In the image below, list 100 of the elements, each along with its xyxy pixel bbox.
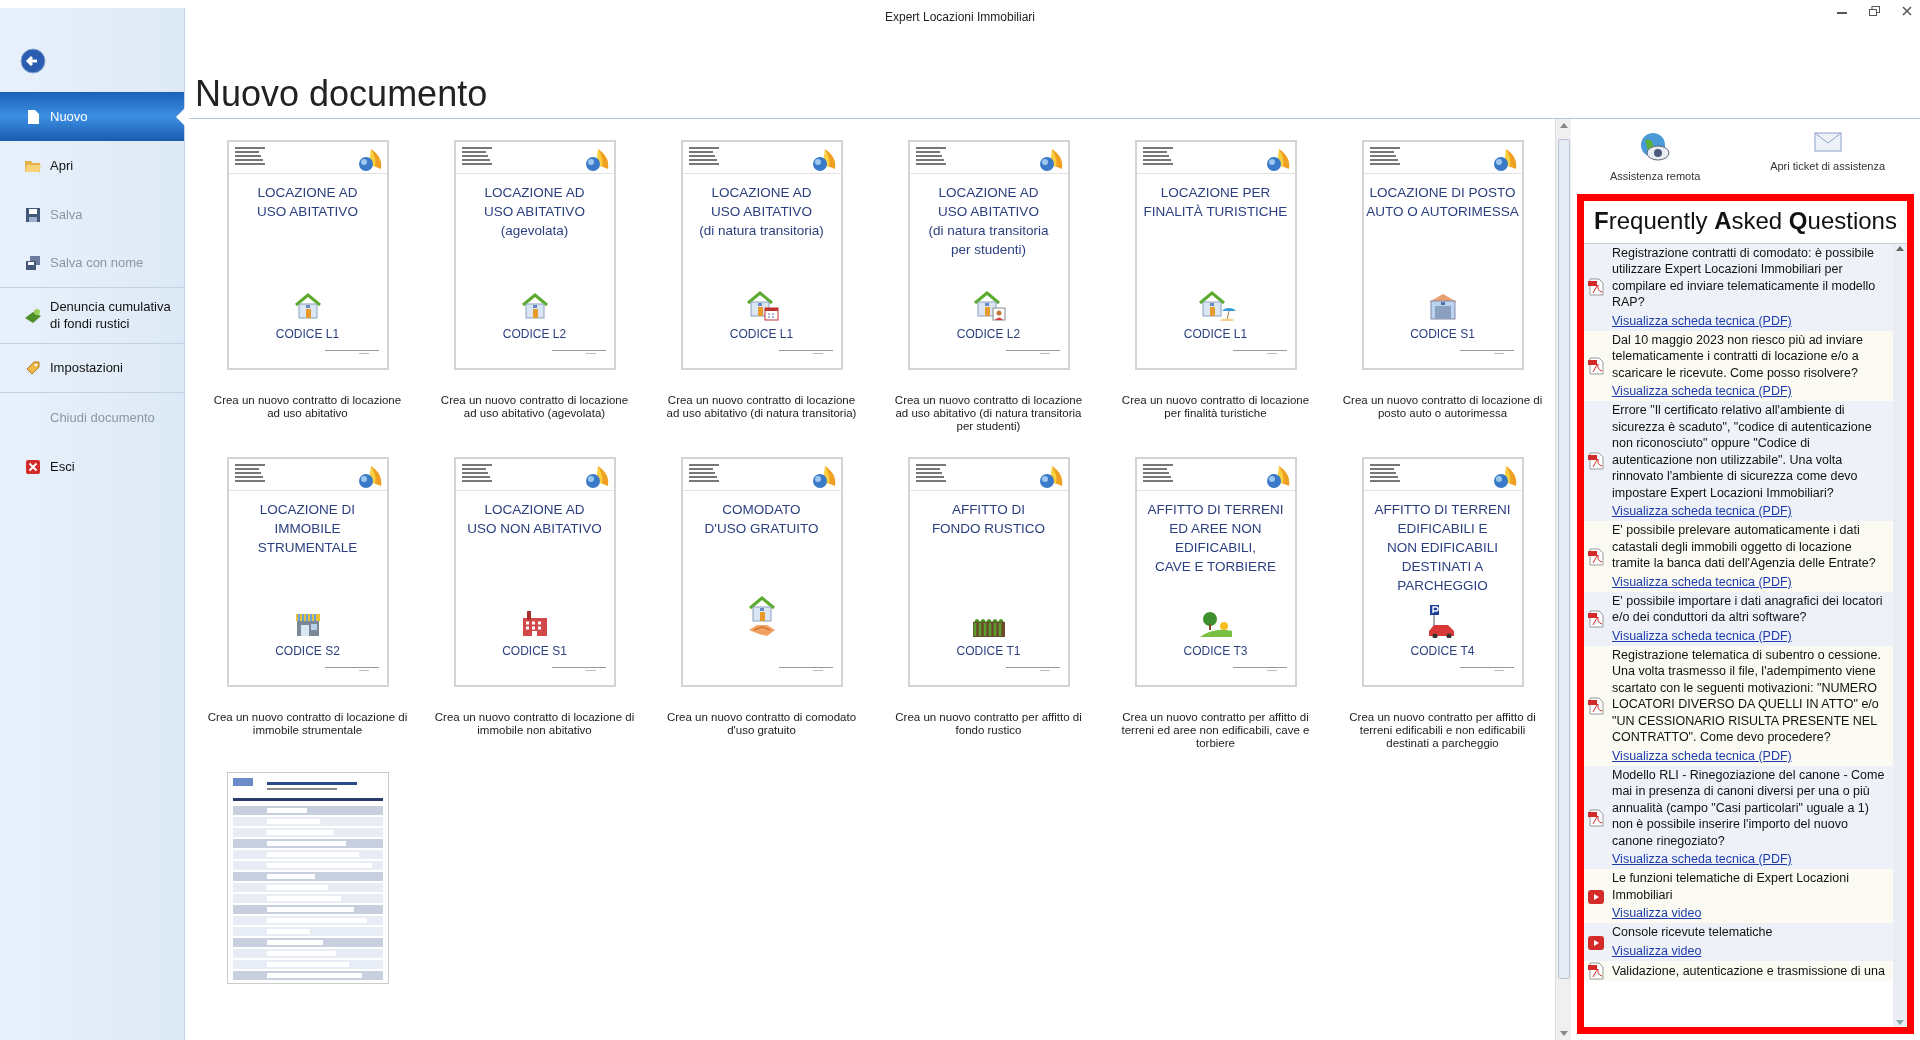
support-button[interactable]: Assistenza remota [1603,131,1707,186]
tile-code: CODICE S1 [502,643,567,657]
pdf-icon [1588,609,1604,628]
globe-eye-icon [1640,132,1671,162]
faq-question: Dal 10 maggio 2023 non riesco più ad inviare telematicamente i contratti di locazione e/o a scaricare le ricevute. Come posso risolvere? [1612,331,1864,381]
faq-link[interactable]: Visualizza video [1612,942,1702,959]
document-thumbnail[interactable]: LOCAZIONE AD USO ABITATIVO CODICE L1 [226,140,389,370]
logo-icon [1264,147,1291,173]
tile-description: Crea un nuovo contratto di locazione di posto auto o autorimessa [1342,394,1543,420]
envelope-icon [1813,132,1842,152]
document-thumbnail[interactable]: AFFITTO DI FONDO RUSTICO CODICE T1 [907,457,1070,687]
faq-link[interactable]: Visualizza scheda tecnica (PDF) [1612,747,1792,764]
sidebar-item[interactable]: Apri [0,141,184,190]
document-thumbnail[interactable]: LOCAZIONE DI POSTO AUTO O AUTORIMESSA CODICE S1 [1361,140,1524,370]
logo-icon [810,147,837,173]
tile-description: Crea un nuovo contratto per affitto di terreni edificabili e non edificabili destinati a parcheggio [1349,711,1536,750]
tile-description: Crea un nuovo contratto di locazione ad uso abitativo (di natura transitoria) [666,394,857,420]
tile-title: AFFITTO DI TERRENI ED AREE NON EDIFICABILI, CAVE E TORBIERE [1147,501,1284,576]
landscape-icon [1198,610,1233,638]
faq-title: Frequently Asked Questions [1584,200,1907,244]
footer-line-drawing [1232,666,1287,671]
faq-question: Errore "Il certificato relativo all'ambiente di sicurezza è scaduto", "codice di autenticazione non riconosciuto" oppure "Codice di autenticazione non utilizzabile". Una volta rinnovato l'ambiente di sicurezza come devo impostare Expert Locazioni Immobiliari? [1612,402,1873,501]
pdf-icon [1588,808,1604,827]
footer-line-drawing [324,666,379,671]
faq-question: Modello RLI - Rinegoziazione del canone - Come mai in presenza di canoni diversi per una o più annualità (campo "Casi particolari" uguale a 1) non è possibile inserire l'importo del nuovo canone rinegoziato? [1612,766,1886,849]
faq-question: Le funzioni telematiche di Expert Locazioni Immobiliari [1612,870,1850,903]
tile-title: LOCAZIONE AD USO NON ABITATIVO [467,501,602,538]
document-thumbnail[interactable]: LOCAZIONE DI IMMOBILE STRUMENTALE CODICE S2 [226,457,389,687]
sidebar-item[interactable]: Impostazioni [0,344,184,393]
document-thumbnail[interactable]: LOCAZIONE AD USO ABITATIVO (di natura transitoria per studenti) CODICE L2 [907,140,1070,370]
support-button[interactable]: Apri ticket di assistenza [1764,131,1892,186]
tile-code: CODICE L2 [956,326,1021,340]
scrollbar[interactable] [1893,243,1907,1027]
scroll-up-icon[interactable] [1896,245,1904,251]
footer-line-drawing [551,349,606,354]
faq-question: Registrazione telematica di subentro o cessione. Una volta trasmesso il file, l'adempimento viene scartato con le seguenti motivazioni: "NUMERO LOCATORI DIVERSO DA QUELLI IN ATTO" e/o "UN CESSIONARIO RISULTA PRESENTE NEL CONTRATTO". Come devo procedere? [1612,646,1882,746]
document-icon [26,108,40,125]
tile-description: Crea un nuovo contratto di comodato d'uso gratuito [666,711,857,737]
footer-line-drawing [1005,666,1060,671]
footer-line-drawing [1459,349,1514,354]
footer-line-drawing [1459,666,1514,671]
faq-link[interactable]: Visualizza scheda tecnica (PDF) [1612,851,1792,867]
faq-link[interactable]: Visualizza scheda tecnica (PDF) [1612,312,1792,329]
sidebar-item[interactable]: Esci [0,442,184,491]
tile-title: COMODATO D'USO GRATUITO [704,501,819,538]
faq-link[interactable]: Visualizza scheda tecnica (PDF) [1612,573,1792,590]
faq-link[interactable]: Visualizza scheda tecnica (PDF) [1612,627,1792,644]
exit-icon [26,459,40,474]
scroll-up-icon[interactable] [1559,123,1568,128]
tile-code: CODICE S1 [1410,326,1475,340]
tag-icon [25,360,41,376]
tile-description: Crea un nuovo contratto di locazione ad uso abitativo [213,394,402,420]
footer-line-drawing [551,666,606,671]
tile-title: LOCAZIONE PER FINALITÀ TURISTICHE [1143,184,1288,221]
tile-code: CODICE T1 [956,643,1021,657]
logo-icon [356,147,383,173]
document-thumbnail[interactable]: AFFITTO DI TERRENI ED AREE NON EDIFICABILI, CAVE E TORBIERE CODICE T3 [1134,457,1297,687]
document-thumbnail[interactable]: LOCAZIONE AD USO ABITATIVO (agevolata) CODICE L2 [453,140,616,370]
tile-title: LOCAZIONE AD USO ABITATIVO [257,184,358,221]
scrollbar[interactable] [1555,119,1571,1040]
tile-code: CODICE L2 [502,326,567,340]
footer-line-drawing [1005,349,1060,354]
restore-icon[interactable] [1869,6,1880,16]
back-icon[interactable] [20,48,46,74]
sidebar-item[interactable]: Denuncia cumulativa di fondi rustici [0,288,184,344]
floppy-disk-icon [25,255,41,271]
tile-description: Crea un nuovo contratto di locazione di immobile non abitativo [434,711,635,737]
pdf-icon [1588,547,1604,566]
faq-question: E' possibile prelevare automaticamente i dati catastali degli immobili oggetto di locazione tramite la banca dati dell'Agenzia delle Entrate? [1612,522,1877,572]
land-parcel-icon [24,307,42,324]
tile-code: CODICE L1 [729,326,794,340]
close-icon[interactable] [1902,6,1912,16]
faq-link[interactable]: Visualizza scheda tecnica (PDF) [1612,503,1792,519]
logo-icon [1037,464,1064,490]
scroll-down-icon[interactable] [1559,1031,1568,1036]
pdf-icon [1588,696,1604,715]
document-thumbnail[interactable]: LOCAZIONE PER FINALITÀ TURISTICHE CODICE L1 [1134,140,1297,370]
logo-icon [1491,147,1518,173]
faq-link[interactable]: Visualizza scheda tecnica (PDF) [1612,383,1792,399]
tile-description: Crea un nuovo contratto di locazione per finalità turistiche [1121,394,1310,420]
faq-question: Validazione, autenticazione e trasmissione di una [1612,962,1886,980]
document-thumbnail[interactable]: LOCAZIONE AD USO ABITATIVO (di natura transitoria) CODICE L1 [680,140,843,370]
tile-title: AFFITTO DI TERRENI EDIFICABILI E NON EDIFICABILI DESTINATI A PARCHEGGIO [1374,501,1511,595]
logo-icon [583,147,610,173]
document-thumbnail[interactable]: AFFITTO DI TERRENI EDIFICABILI E NON EDIFICABILI DESTINATI A PARCHEGGIO CODICE T4 [1361,457,1524,687]
form-thumbnail-drawing[interactable] [226,772,389,984]
selection-pointer-icon [176,107,185,126]
footer-line-drawing [778,349,833,354]
pdf-icon [1588,452,1604,471]
tile-code: CODICE T3 [1183,643,1248,657]
sidebar-item[interactable]: Nuovo [0,92,184,141]
faq-link[interactable]: Visualizza video [1612,905,1702,921]
document-thumbnail[interactable]: COMODATO D'USO GRATUITO [680,457,843,687]
window-title: Expert Locazioni Immobiliari [884,9,1036,26]
document-thumbnail[interactable]: LOCAZIONE AD USO NON ABITATIVO CODICE S1 [453,457,616,687]
tile-code: CODICE L1 [1183,326,1248,340]
logo-icon [810,464,837,490]
footer-line-drawing [1232,349,1287,354]
tile-code: CODICE T4 [1410,643,1475,657]
faq-question: E' possibile importare i dati anagrafici dei locatori e/o dei conduttori da altri software? [1612,592,1884,626]
